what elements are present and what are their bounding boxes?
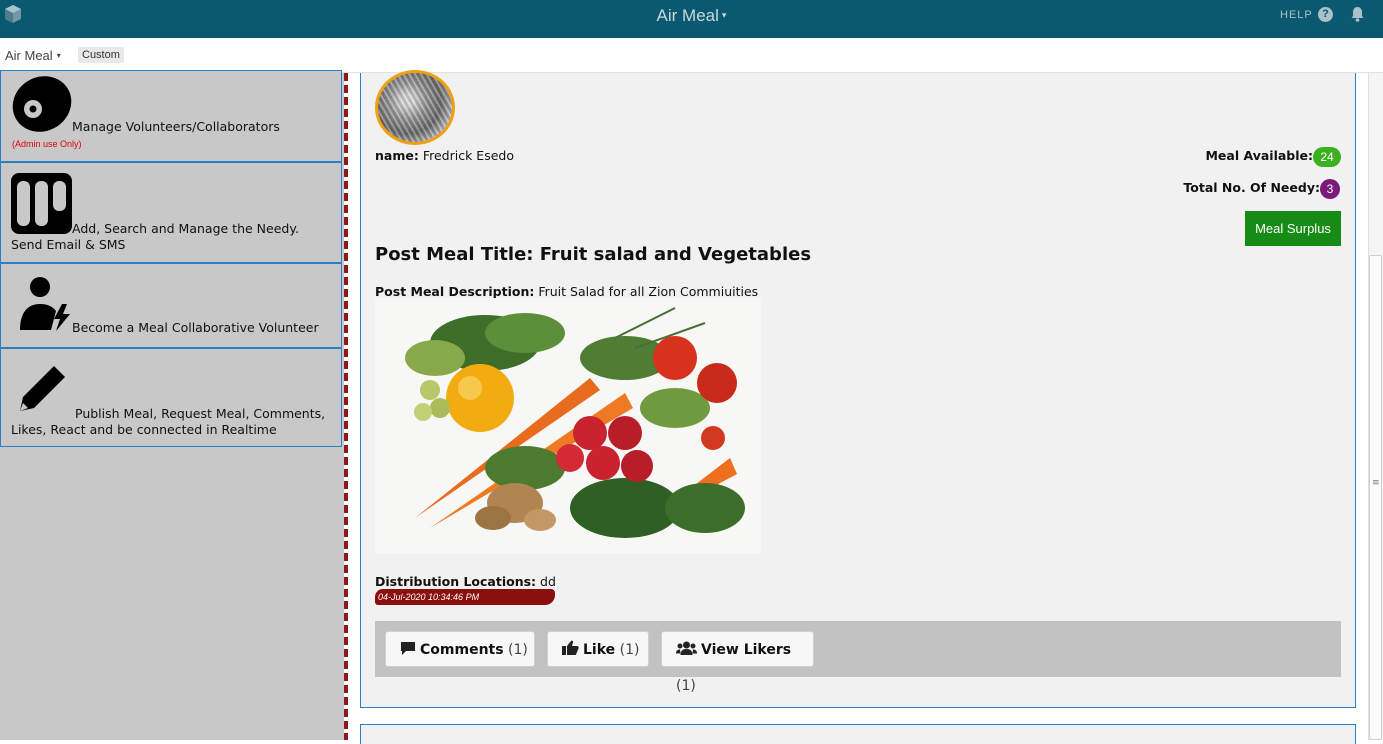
help-link[interactable]: HELP <box>1280 9 1313 21</box>
distribution-value: dd <box>540 574 556 589</box>
distribution-locations: Distribution Locations: dd <box>375 574 556 589</box>
distribution-label: Distribution Locations: <box>375 574 537 589</box>
post-description: Post Meal Description: Fruit Salad for a… <box>375 284 758 299</box>
comment-icon <box>401 642 415 655</box>
record-icon <box>12 76 72 132</box>
name-label: name: <box>375 148 419 163</box>
sidebar-item-publish-meal[interactable]: Publish Meal, Request Meal, Comments, Li… <box>0 348 342 447</box>
admin-note: (Admin use Only) <box>12 139 82 149</box>
comments-button[interactable]: Comments (1) <box>385 631 535 667</box>
top-bar: Air Meal ▾ HELP ? <box>0 0 1383 38</box>
user-bolt-icon <box>20 277 70 331</box>
users-icon <box>676 641 697 655</box>
meal-photo[interactable] <box>375 298 761 554</box>
post-title: Post Meal Title: Fruit salad and Vegetab… <box>375 244 812 265</box>
needy-badge: 3 <box>1320 179 1340 199</box>
vegetables-image <box>375 298 761 554</box>
app-title[interactable]: Air Meal ▾ <box>0 6 1383 26</box>
view-tag[interactable]: Custom <box>78 47 124 63</box>
sidebar-item-label: Manage Volunteers/Collaborators <box>72 119 280 134</box>
next-post-card <box>360 724 1356 744</box>
chevron-down-icon: ▾ <box>56 51 61 60</box>
likers-count: (1) <box>676 678 696 694</box>
sub-bar: Air Meal ▾ Custom <box>0 38 1383 73</box>
comments-label: Comments <box>420 642 504 658</box>
name-value: Fredrick Esedo <box>422 148 514 163</box>
scrollbar-grip-icon: ≡ <box>1372 478 1380 488</box>
help-icon[interactable]: ? <box>1318 7 1333 22</box>
bell-icon[interactable] <box>1350 6 1365 22</box>
app-switcher-label: Air Meal <box>5 48 53 63</box>
sidebar-item-manage-volunteers[interactable]: Manage Volunteers/Collaborators (Admin u… <box>0 70 342 162</box>
sidebar-item-label: Publish Meal, Request Meal, Comments, Li… <box>11 406 326 437</box>
sidebar-item-label: Become a Meal Collaborative Volunteer <box>72 320 319 335</box>
scrollbar-thumb[interactable] <box>1369 255 1382 740</box>
sidebar-item-label: Add, Search and Manage the Needy. Send E… <box>11 221 299 252</box>
sidebar-item-become-volunteer[interactable]: Become a Meal Collaborative Volunteer <box>0 263 342 348</box>
thumbs-up-icon <box>562 640 579 656</box>
meal-surplus-button[interactable]: Meal Surplus <box>1245 211 1341 246</box>
avatar[interactable] <box>375 70 455 145</box>
meal-available-label: Meal Available: <box>1205 148 1313 163</box>
like-count: (1) <box>619 642 640 658</box>
comments-count: (1) <box>508 642 528 658</box>
meal-available-badge: 24 <box>1313 147 1341 167</box>
likers-label: View Likers <box>701 642 792 658</box>
sidebar-item-manage-needy[interactable]: Add, Search and Manage the Needy. Send E… <box>0 162 342 263</box>
post-timestamp: 04-Jul-2020 10:34:46 PM <box>375 589 555 605</box>
like-button[interactable]: Like (1) <box>547 631 649 667</box>
view-likers-button[interactable]: View Likers (1) <box>661 631 814 694</box>
needy-label: Total No. Of Needy: <box>1183 180 1320 195</box>
app-title-text: Air Meal <box>656 6 719 25</box>
poster-name: name: Fredrick Esedo <box>375 148 514 163</box>
chevron-down-icon: ▾ <box>721 10 727 20</box>
app-switcher[interactable]: Air Meal ▾ <box>5 48 61 63</box>
like-label: Like <box>583 642 616 658</box>
description-label: Post Meal Description: <box>375 284 535 299</box>
description-value: Fruit Salad for all Zion Commiuities <box>538 284 759 299</box>
